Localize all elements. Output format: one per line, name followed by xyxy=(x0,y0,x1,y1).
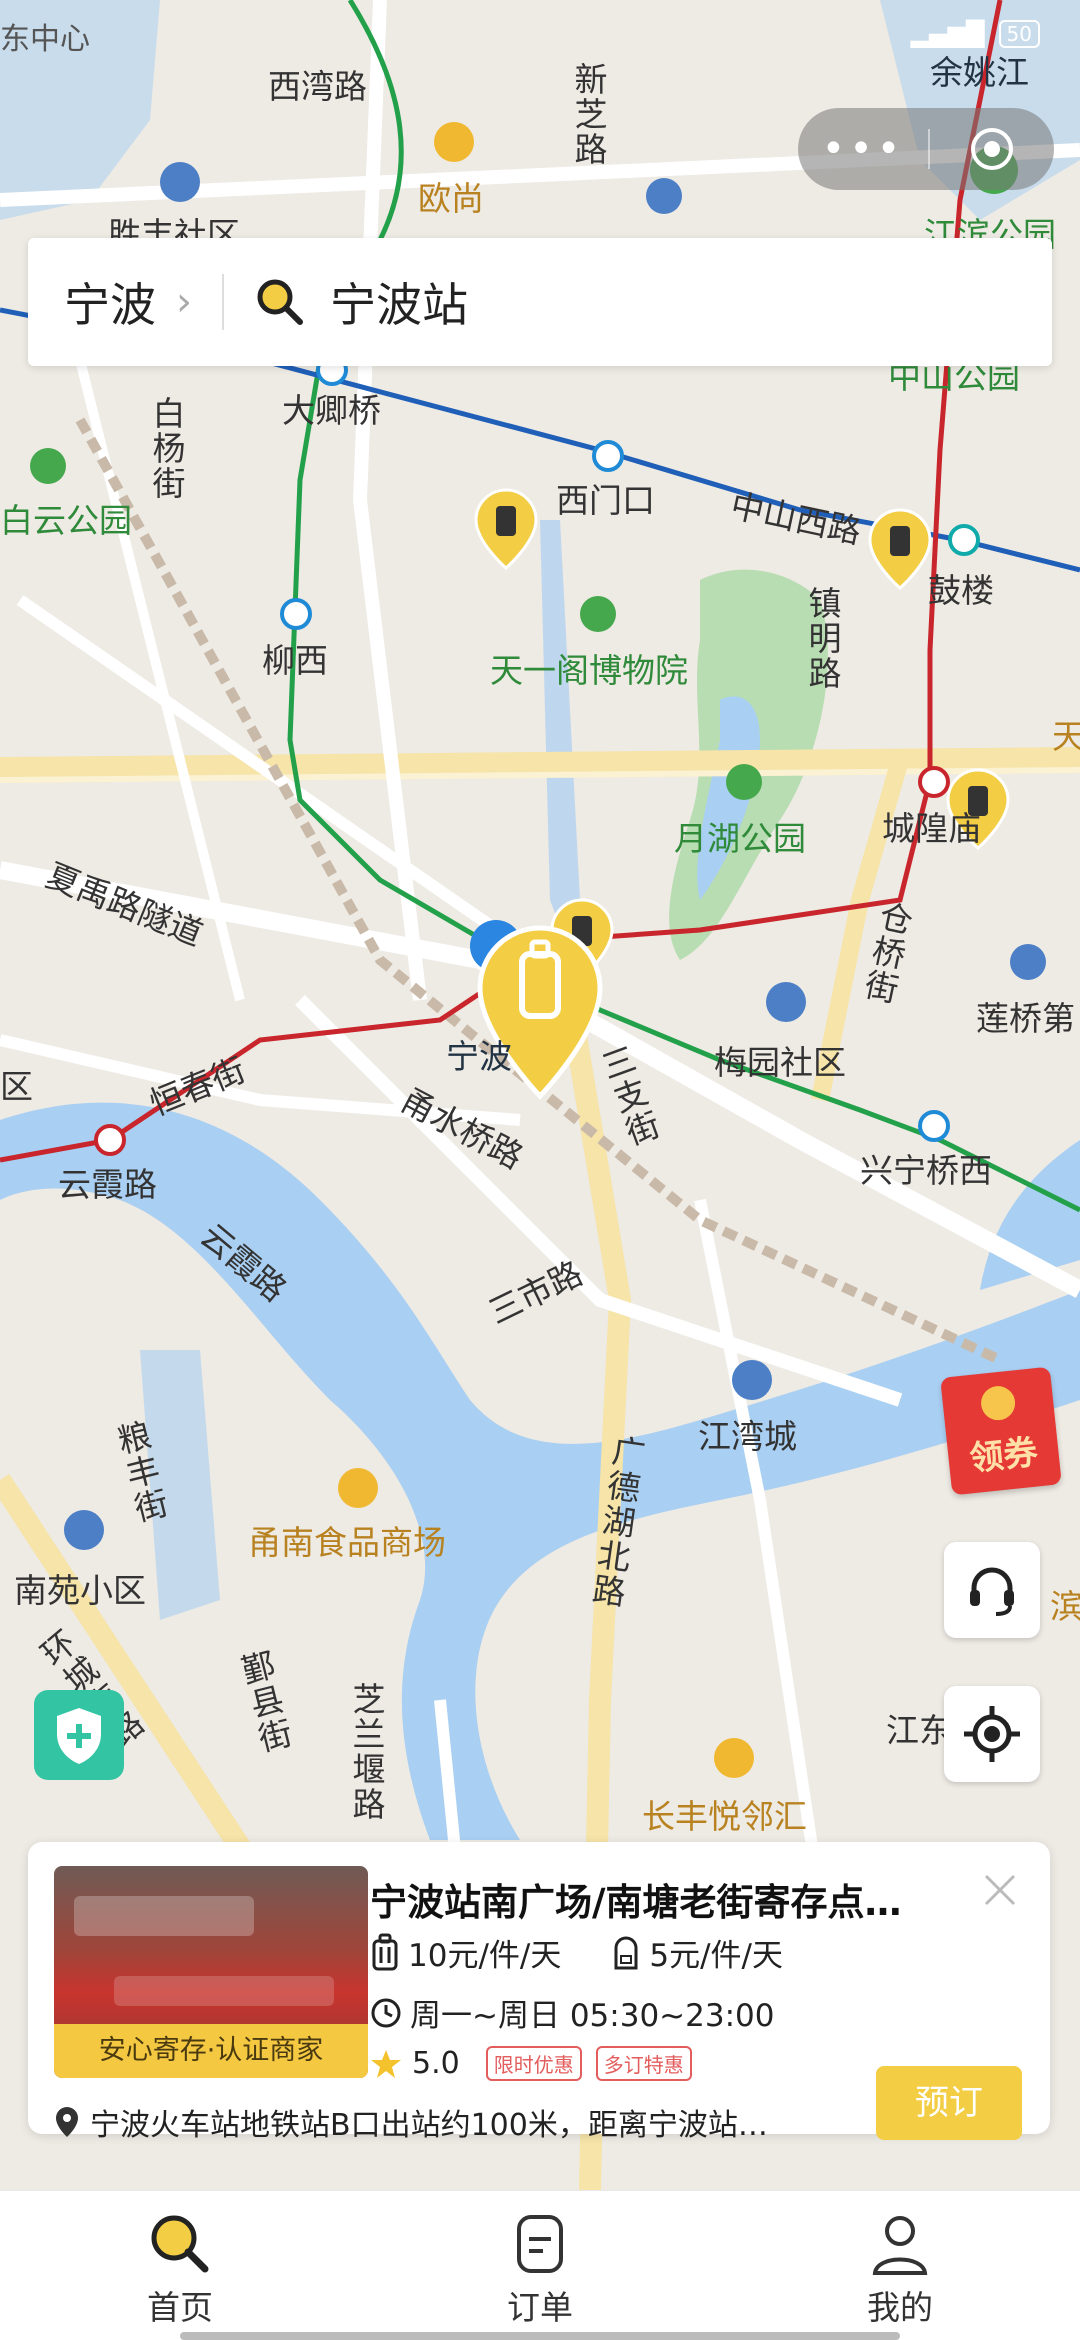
tab-label: 订单 xyxy=(507,2288,573,2327)
search-divider xyxy=(222,274,224,330)
close-icon[interactable] xyxy=(978,1868,1022,1912)
signal-icon: ▂▄▆█ xyxy=(910,20,985,48)
store-title: 宁波站南广场/南塘老街寄存点… xyxy=(370,1881,902,1924)
address-text: 宁波火车站地铁站B口出站约100米，距离宁波站… xyxy=(90,2108,768,2143)
customer-service-button[interactable] xyxy=(944,1542,1040,1638)
map-label: 月湖公园 xyxy=(674,819,806,858)
miniprogram-capsule: ••• xyxy=(798,108,1054,190)
hours-row: 周一~周日 05:30~23:00 xyxy=(370,1990,774,2035)
clock-icon xyxy=(371,1998,401,2027)
promo-tag: 多订特惠 xyxy=(595,2046,692,2081)
coupon-label: 领券 xyxy=(967,1432,1040,1480)
tab-profile[interactable]: 我的 xyxy=(720,2191,1080,2340)
book-button[interactable]: 预订 xyxy=(876,2066,1022,2140)
home-indicator xyxy=(180,2332,900,2340)
map-label: 大卿桥 xyxy=(282,391,381,430)
map-label: 白云公园 xyxy=(0,501,132,540)
small-luggage-price: 5元/件/天 xyxy=(611,1930,783,1975)
tab-bar: 首页 订单 我的 xyxy=(0,2190,1080,2340)
photo-blur xyxy=(74,1896,254,1936)
address-row: 宁波火车站地铁站B口出站约100米，距离宁波站… xyxy=(54,2100,854,2144)
location-pin-icon xyxy=(56,2107,78,2137)
certified-badge: 安心寄存·认证商家 xyxy=(54,2024,368,2078)
status-icons: ▂▄▆█ 50 xyxy=(911,20,1040,48)
star-icon xyxy=(371,2049,401,2078)
rating-row: 5.0 限时优惠 多订特惠 xyxy=(370,2046,692,2081)
status-left-text: 东中心 xyxy=(0,22,90,57)
price-row: 10元/件/天 5元/件/天 xyxy=(370,1930,783,1975)
map-label: 甬南食品商场 xyxy=(248,1523,446,1562)
map-label: 新芝路 xyxy=(569,62,608,167)
search-bar: 宁波 › 宁波站 xyxy=(28,238,1052,366)
map-label: 莲桥第 xyxy=(976,999,1075,1038)
city-selector[interactable]: 宁波 xyxy=(64,269,156,335)
map-label: 梅园社区 xyxy=(714,1043,846,1082)
promo-tag: 限时优惠 xyxy=(485,2046,582,2081)
map-label: 云霞路 xyxy=(58,1165,157,1204)
large-price-text: 10元/件/天 xyxy=(408,1938,562,1974)
headset-icon xyxy=(970,1567,1014,1616)
tab-home[interactable]: 首页 xyxy=(0,2191,360,2340)
map-label: 区 xyxy=(0,1067,33,1106)
map-label: 白杨街 xyxy=(147,396,186,501)
map-label: 城隍庙 xyxy=(882,809,981,848)
map-label: 滨 xyxy=(1050,1587,1080,1626)
large-luggage-price: 10元/件/天 xyxy=(370,1930,561,1975)
search-icon xyxy=(151,2215,209,2273)
coin-icon xyxy=(979,1384,1017,1422)
map-label: 兴宁桥西 xyxy=(860,1151,992,1190)
shield-icon xyxy=(57,1708,101,1764)
map-label: 宁波 xyxy=(446,1037,512,1076)
search-input[interactable]: 宁波站 xyxy=(330,269,468,335)
map-label: 南苑小区 xyxy=(14,1571,146,1610)
map-label: 江湾城 xyxy=(698,1417,797,1456)
hours-text: 周一~周日 05:30~23:00 xyxy=(410,1998,775,2034)
suitcase-icon xyxy=(372,1933,398,1970)
target-icon xyxy=(971,128,1013,170)
map-label: 长丰悦邻汇 xyxy=(642,1797,807,1836)
map-label: 欧尚 xyxy=(418,179,484,218)
map-label: 西门口 xyxy=(556,481,655,520)
tab-label: 我的 xyxy=(867,2288,933,2327)
backpack-icon xyxy=(614,1936,638,1969)
rating-value: 5.0 xyxy=(412,2046,460,2081)
map-label: 镇明路 xyxy=(803,586,842,691)
status-bar: 东中心 ▂▄▆█ 50 xyxy=(0,0,1080,70)
tab-label: 首页 xyxy=(147,2288,213,2327)
more-button[interactable]: ••• xyxy=(798,129,928,169)
close-miniprogram-button[interactable] xyxy=(930,126,1054,172)
coupon-button[interactable]: 领券 xyxy=(940,1366,1062,1496)
order-icon xyxy=(517,2215,563,2273)
chevron-right-icon[interactable]: › xyxy=(176,279,192,325)
store-photo[interactable]: 安心寄存·认证商家 xyxy=(54,1866,368,2078)
map-label: 鼓楼 xyxy=(928,571,994,610)
map-label: 天一阁博物院 xyxy=(490,651,688,690)
locate-icon xyxy=(964,1706,1020,1762)
locate-button[interactable] xyxy=(944,1686,1040,1782)
tab-orders[interactable]: 订单 xyxy=(360,2191,720,2340)
map-label: 芝兰堰路 xyxy=(347,1682,386,1822)
map-label: 西湾路 xyxy=(268,67,367,106)
map-label: 柳西 xyxy=(262,641,328,680)
profile-icon xyxy=(872,2216,928,2275)
search-icon xyxy=(257,279,303,325)
safety-button[interactable] xyxy=(34,1690,124,1780)
store-card[interactable]: 安心寄存·认证商家 宁波站南广场/南塘老街寄存点… 10元/件/天 5元/件/天 xyxy=(28,1842,1050,2143)
small-price-text: 5元/件/天 xyxy=(649,1938,783,1974)
photo-blur xyxy=(114,1976,334,2006)
battery-icon: 50 xyxy=(998,20,1040,48)
map-label: 天 xyxy=(1052,717,1080,756)
